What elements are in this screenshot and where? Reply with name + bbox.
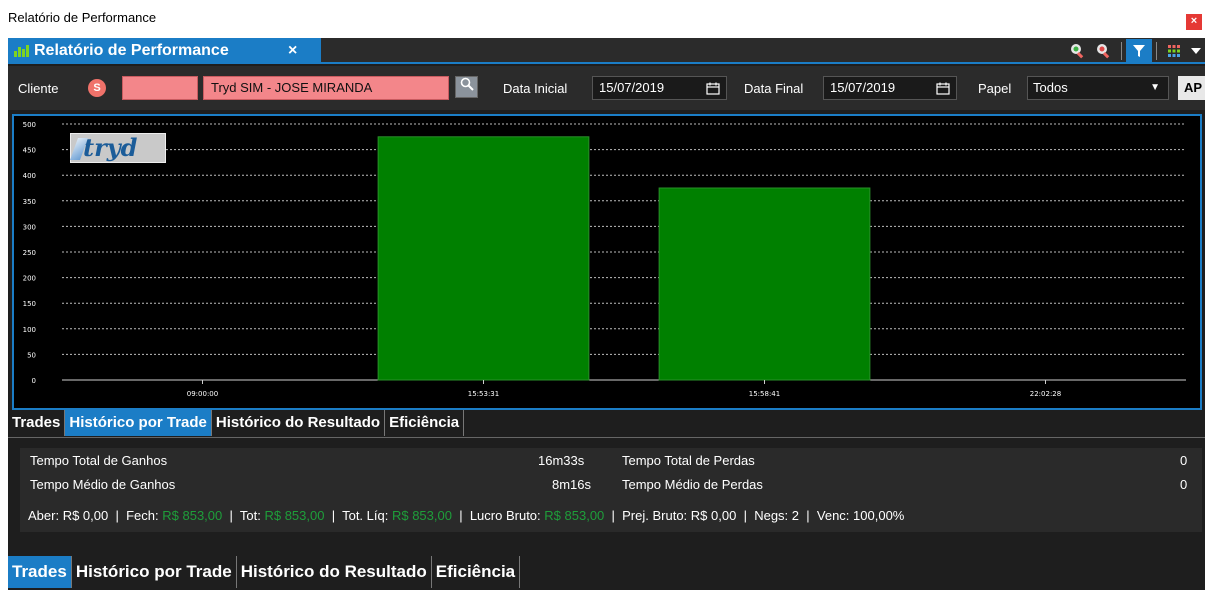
subtab-historico-trade[interactable]: Histórico por Trade — [65, 410, 212, 436]
bar-chart-icon — [14, 45, 29, 57]
separator: | — [611, 508, 615, 523]
x-tick-label: 22:02:28 — [1030, 390, 1061, 398]
separator: | — [459, 508, 463, 523]
tempo-medio-perdas-value: 0 — [1180, 477, 1188, 492]
tempo-medio-perdas-label: Tempo Médio de Perdas — [622, 477, 763, 492]
papel-select[interactable]: Todos ▼ — [1027, 76, 1169, 100]
tot-value: R$ 853,00 — [264, 508, 325, 523]
search-button[interactable] — [455, 76, 478, 98]
tempo-total-ganhos-label: Tempo Total de Ganhos — [30, 453, 168, 468]
zoom-out-icon[interactable] — [1091, 39, 1117, 63]
subtab-historico-trade[interactable]: Histórico por Trade — [72, 556, 237, 588]
aber-label: Aber: — [28, 508, 60, 523]
y-tick-label: 0 — [32, 377, 36, 385]
fech-label: Fech: — [126, 508, 159, 523]
tempo-total-perdas-value: 0 — [1180, 453, 1188, 468]
chevron-down-icon: ▼ — [1150, 82, 1160, 93]
subtab-eficiencia[interactable]: Eficiência — [385, 410, 465, 436]
separator: | — [743, 508, 747, 523]
tab-relatorio-performance[interactable]: Relatório de Performance × — [8, 38, 321, 64]
bar — [377, 136, 590, 381]
subtab-eficiencia[interactable]: Eficiência — [432, 556, 521, 588]
chart-subtabs: Trades Histórico por Trade Histórico do … — [8, 410, 1205, 438]
y-tick-label: 300 — [23, 223, 36, 231]
tot-label: Tot: — [239, 508, 261, 523]
y-tick-label: 100 — [23, 326, 36, 334]
bar — [658, 187, 871, 381]
y-tick-label: 500 — [23, 121, 36, 129]
aber-value: R$ 0,00 — [62, 508, 109, 523]
prej-bruto-value: R$ 0,00 — [690, 508, 737, 523]
data-inicial-label: Data Inicial — [503, 81, 568, 96]
papel-label: Papel — [978, 81, 1012, 96]
tempo-total-perdas-label: Tempo Total de Perdas — [622, 453, 755, 468]
s-badge: S — [88, 79, 106, 97]
prej-bruto-label: Prej. Bruto: — [622, 508, 688, 523]
calendar-icon[interactable] — [706, 77, 720, 99]
filter-icon[interactable] — [1126, 39, 1152, 63]
cliente-code-input[interactable] — [122, 76, 198, 100]
separator: | — [229, 508, 233, 523]
separator: | — [331, 508, 336, 523]
data-final-label: Data Final — [744, 81, 804, 96]
window-title: Relatório de Performance — [8, 10, 157, 25]
x-tick-label: 15:58:41 — [749, 390, 780, 398]
x-tick-label: 09:00:00 — [187, 390, 218, 398]
subtab-historico-resultado[interactable]: Histórico do Resultado — [237, 556, 432, 588]
subtab-trades[interactable]: Trades — [8, 556, 72, 588]
y-tick-label: 450 — [23, 147, 36, 155]
y-tick-label: 250 — [23, 249, 36, 257]
separator: | — [806, 508, 810, 523]
data-inicial-input[interactable]: 15/07/2019 — [592, 76, 727, 100]
bottom-subtabs: Trades Histórico por Trade Histórico do … — [8, 552, 1205, 590]
stats-panel: Tempo Total de Ganhos 16m33s Tempo Total… — [20, 448, 1202, 503]
window-close-button[interactable]: × — [1186, 14, 1202, 30]
data-final-input[interactable]: 15/07/2019 — [823, 76, 957, 100]
negs-value: 2 — [791, 508, 800, 523]
app-panel: Relatório de Performance × Cliente S Try… — [8, 38, 1205, 590]
calendar-icon[interactable] — [936, 77, 950, 99]
zoom-in-icon[interactable] — [1065, 39, 1091, 63]
cliente-label: Cliente — [18, 81, 59, 96]
y-tick-label: 150 — [23, 300, 36, 308]
tab-label: Relatório de Performance — [34, 42, 229, 59]
totliq-value: R$ 853,00 — [391, 508, 452, 523]
search-icon — [460, 77, 474, 91]
separator: | — [115, 508, 119, 523]
tempo-total-ganhos-value: 16m33s — [538, 453, 585, 468]
venc-label: Venc: — [816, 508, 850, 523]
x-tick-label: 15:53:31 — [468, 390, 499, 398]
tab-bar: Relatório de Performance × — [8, 38, 1205, 64]
lucro-bruto-value: R$ 853,00 — [544, 508, 605, 523]
y-tick-label: 50 — [27, 351, 36, 359]
y-tick-label: 200 — [23, 275, 36, 283]
subtab-historico-resultado[interactable]: Histórico do Resultado — [212, 410, 386, 436]
filter-bar: Cliente S Tryd SIM - JOSE MIRANDA Data I… — [8, 66, 1205, 110]
data-inicial-value: 15/07/2019 — [599, 80, 665, 95]
data-final-value: 15/07/2019 — [830, 80, 896, 95]
lucro-bruto-label: Lucro Bruto: — [469, 508, 541, 523]
toolbar-icons — [1065, 38, 1205, 64]
tempo-medio-ganhos-label: Tempo Médio de Ganhos — [30, 477, 176, 492]
papel-value: Todos — [1033, 80, 1068, 95]
chart-panel: 0 50 100 150 200 250 300 350 400 450 500 09:00:00 15… — [12, 114, 1202, 410]
totliq-label: Tot. Líq: — [342, 508, 389, 523]
y-tick-label: 350 — [23, 198, 36, 206]
grid-menu-icon[interactable] — [1161, 39, 1187, 63]
fech-value: R$ 853,00 — [162, 508, 223, 523]
subtab-trades[interactable]: Trades — [8, 410, 66, 436]
window-titlebar: Relatório de Performance × — [0, 0, 1205, 38]
venc-value: 100,00% — [853, 508, 905, 523]
tab-close-icon[interactable]: × — [288, 38, 297, 64]
negs-label: Negs: — [754, 508, 789, 523]
apply-button[interactable]: AP — [1178, 76, 1205, 100]
bar-chart: 0 50 100 150 200 250 300 350 400 450 500 09:00:00 15… — [23, 121, 1186, 398]
tryd-logo: tryd — [69, 133, 166, 163]
summary-bar: Aber: R$ 0,00 | Fech: R$ 853,00 | Tot: R… — [20, 500, 1202, 532]
chevron-down-icon[interactable] — [1187, 39, 1205, 63]
y-tick-label: 400 — [23, 172, 36, 180]
tempo-medio-ganhos-value: 8m16s — [552, 477, 592, 492]
cliente-name-input[interactable]: Tryd SIM - JOSE MIRANDA — [203, 76, 449, 100]
